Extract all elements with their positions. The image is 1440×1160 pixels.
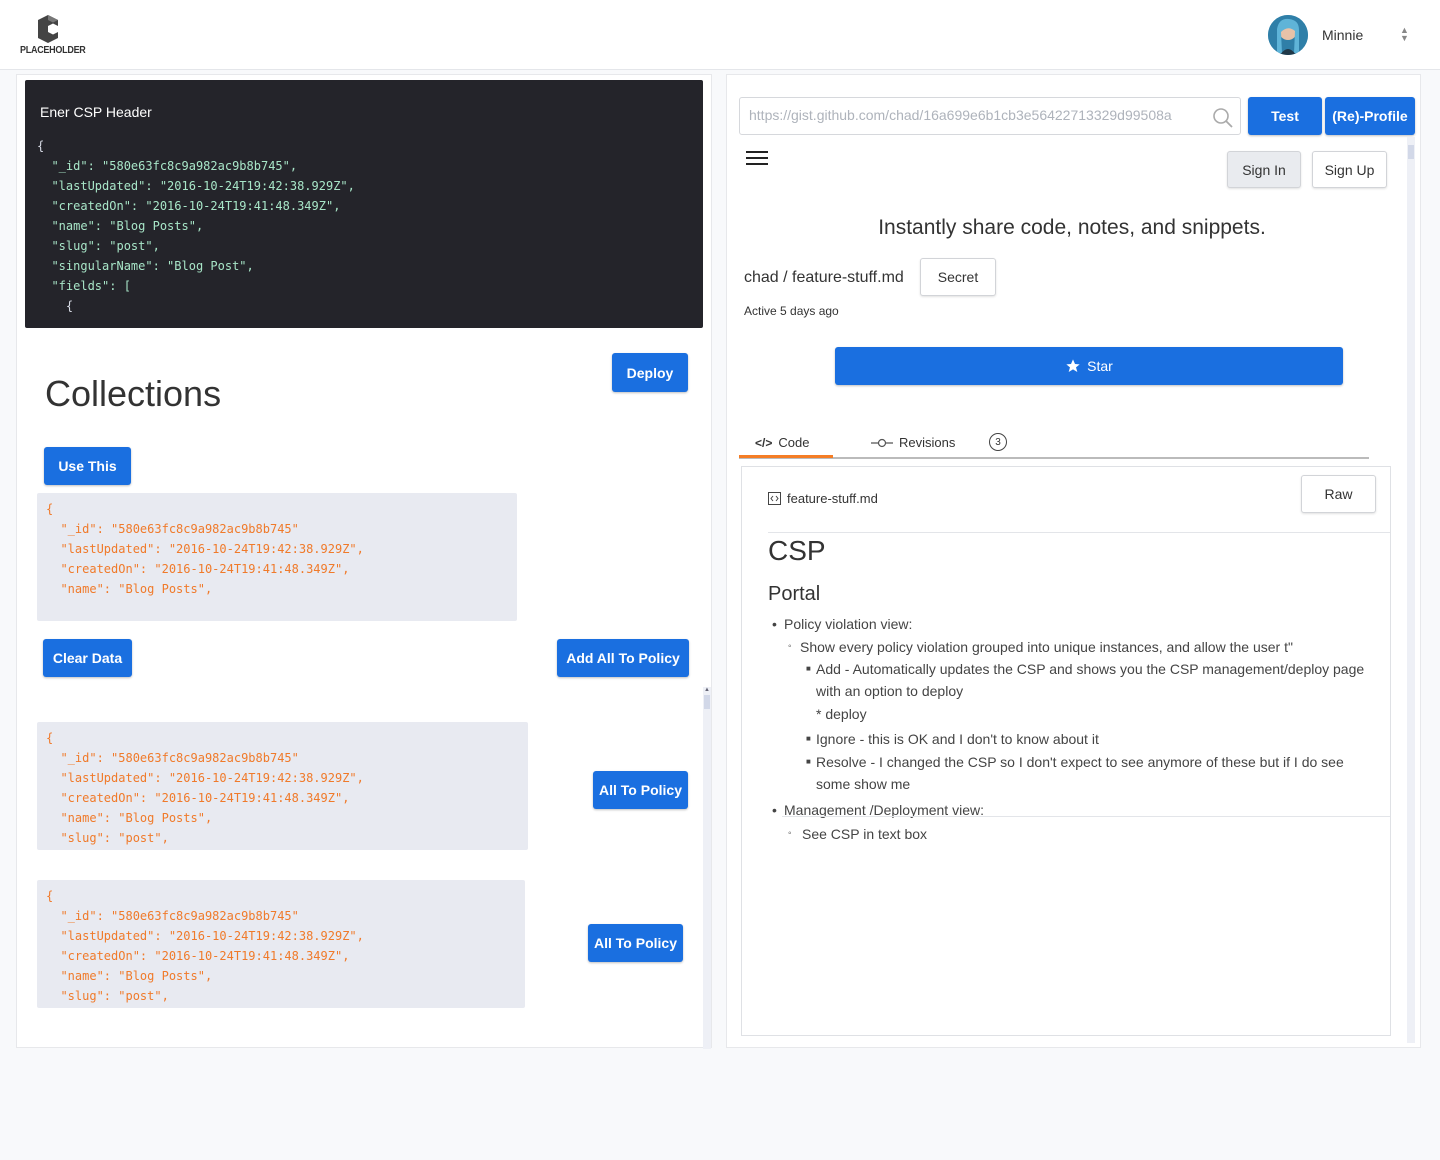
divider xyxy=(768,532,1390,533)
list-item-continued: some show me xyxy=(816,776,911,792)
collection-block-2-code: { "_id": "580e63fc8c9a982ac9b8b745" "las… xyxy=(46,731,364,845)
secret-badge[interactable]: Secret xyxy=(920,258,996,296)
tab-revisions-label: Revisions xyxy=(899,435,956,450)
repo-path[interactable]: chad / feature-stuff.md xyxy=(744,269,904,287)
updown-caret-icon[interactable]: ▲ ▼ xyxy=(1400,26,1409,43)
bullet-disc: • xyxy=(772,616,777,632)
bullet-square: ■ xyxy=(806,757,811,766)
list-item: Policy violation view: xyxy=(784,616,913,632)
add-all-to-policy-button[interactable]: Add All To Policy xyxy=(557,639,689,677)
collections-title: Collections xyxy=(45,373,222,414)
bullet-circle: ◦ xyxy=(788,641,792,652)
sign-up-button[interactable]: Sign Up xyxy=(1312,151,1387,188)
md-heading-1: CSP xyxy=(768,535,826,566)
collection-block-1-code: { "_id": "580e63fc8c9a982ac9b8b745" "las… xyxy=(46,502,364,596)
avatar-image-icon xyxy=(1268,15,1308,55)
active-status: Active 5 days ago xyxy=(744,304,839,318)
list-item: Ignore - this is OK and I don't to know … xyxy=(816,731,1099,747)
use-this-button[interactable]: Use This xyxy=(44,447,131,485)
list-item: See CSP in text box xyxy=(802,826,928,842)
csp-header-title: Ener CSP Header xyxy=(40,104,152,120)
bullet-square: ■ xyxy=(806,664,811,673)
brand-logo-text: PLACEHOLDER xyxy=(20,45,86,56)
hamburger-menu-icon[interactable] xyxy=(746,151,768,167)
right-scrollbar[interactable] xyxy=(1407,137,1415,1043)
bullet-square: ■ xyxy=(806,734,811,743)
bullet-disc: • xyxy=(772,802,777,818)
user-menu[interactable]: Minnie ▲ ▼ xyxy=(1268,15,1418,55)
file-viewer: feature-stuff.md Raw CSP Portal • Policy… xyxy=(741,466,1391,1036)
star-icon xyxy=(1066,359,1080,372)
right-panel: Test (Re)-Profile Sign In Sign Up Instan… xyxy=(726,74,1421,1048)
tab-code[interactable]: </> Code xyxy=(755,435,809,450)
gist-url-input[interactable] xyxy=(749,107,1199,123)
left-scrollbar-thumb[interactable] xyxy=(704,695,710,709)
list-item: Show every policy violation grouped into… xyxy=(800,639,1293,655)
raw-button[interactable]: Raw xyxy=(1301,475,1376,513)
list-item: Resolve - I changed the CSP so I don't e… xyxy=(816,754,1344,770)
md-heading-2: Portal xyxy=(768,583,821,605)
tab-active-indicator xyxy=(739,455,833,458)
all-to-policy-button-1[interactable]: All To Policy xyxy=(593,771,688,809)
list-item-continued: * deploy xyxy=(816,706,867,722)
collection-block-3-code: { "_id": "580e63fc8c9a982ac9b8b745" "las… xyxy=(46,889,364,1003)
file-code-icon xyxy=(768,492,781,505)
list-item-continued: with an option to deploy xyxy=(816,683,964,699)
revisions-count-badge: 3 xyxy=(989,433,1007,451)
sign-in-button[interactable]: Sign In xyxy=(1227,151,1301,188)
top-bar: PLACEHOLDER Minnie ▲ ▼ xyxy=(0,0,1440,70)
clear-data-button[interactable]: Clear Data xyxy=(43,639,132,677)
left-scrollbar[interactable]: ▲ xyxy=(703,687,711,1049)
scroll-up-arrow-icon[interactable]: ▲ xyxy=(704,687,710,693)
reprofile-button[interactable]: (Re)-Profile xyxy=(1325,97,1415,135)
search-icon[interactable] xyxy=(1212,107,1234,129)
csp-header-editor[interactable]: Ener CSP Header { "_id": "580e63fc8c9a98… xyxy=(25,80,703,328)
file-header: feature-stuff.md xyxy=(768,491,878,506)
star-button[interactable]: Star xyxy=(835,347,1343,385)
gist-tabs: </> Code Revisions 3 xyxy=(739,433,1369,459)
collection-block-1[interactable]: { "_id": "580e63fc8c9a982ac9b8b745" "las… xyxy=(37,493,517,621)
avatar[interactable] xyxy=(1268,15,1308,55)
right-scrollbar-thumb[interactable] xyxy=(1408,145,1414,159)
revisions-icon xyxy=(871,438,893,447)
gist-url-search[interactable] xyxy=(739,97,1241,135)
file-name[interactable]: feature-stuff.md xyxy=(787,491,878,506)
all-to-policy-button-2[interactable]: All To Policy xyxy=(588,924,683,962)
list-item: Add - Automatically updates the CSP and … xyxy=(816,661,1365,677)
user-name: Minnie xyxy=(1322,27,1364,43)
star-label: Star xyxy=(1087,358,1113,374)
collection-block-2[interactable]: { "_id": "580e63fc8c9a982ac9b8b745" "las… xyxy=(37,722,528,850)
collection-block-3[interactable]: { "_id": "580e63fc8c9a982ac9b8b745" "las… xyxy=(37,880,525,1008)
tab-code-label: Code xyxy=(778,435,810,450)
deploy-button[interactable]: Deploy xyxy=(612,353,688,392)
list-item: Management /Deployment view: xyxy=(784,802,984,818)
bullet-circle: ◦ xyxy=(788,828,792,839)
brand-logo[interactable]: PLACEHOLDER xyxy=(20,14,86,60)
csp-header-code[interactable]: { "_id": "580e63fc8c9a982ac9b8b745", "la… xyxy=(37,136,355,316)
test-button[interactable]: Test xyxy=(1248,97,1322,135)
logo-mark-icon xyxy=(38,15,58,43)
code-icon: </> xyxy=(755,435,773,450)
tab-revisions[interactable]: Revisions xyxy=(871,435,955,450)
left-panel: Ener CSP Header { "_id": "580e63fc8c9a98… xyxy=(16,74,712,1049)
gist-tagline: Instantly share code, notes, and snippet… xyxy=(878,216,1266,239)
divider xyxy=(782,816,1390,817)
